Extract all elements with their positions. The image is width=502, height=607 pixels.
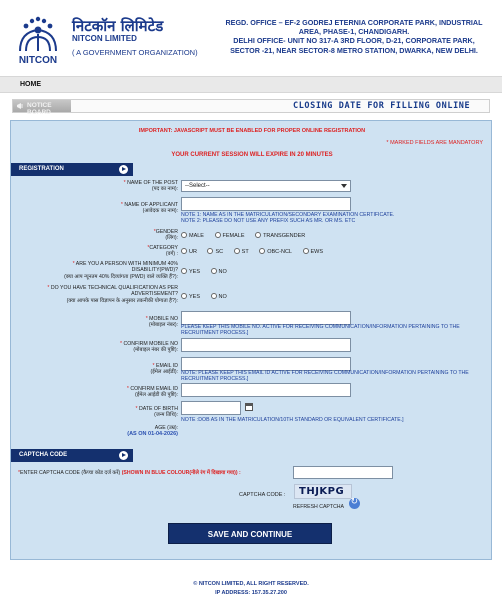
- org-name-hindi: निटकॉन लिमिटेड: [72, 17, 164, 35]
- confirm-email-label: * CONFIRM EMAIL ID (ईमेल आईडी की पुष्टि)…: [126, 386, 178, 399]
- footer-ip: IP ADDRESS: 157.35.27.200: [215, 590, 287, 596]
- nitcon-logo-icon[interactable]: NITCON: [10, 10, 66, 66]
- office-line: DELHI OFFICE- UNIT NO 317-A 3RD FLOOR, D…: [233, 36, 475, 46]
- dob-note: NOTE :DOB AS IN THE MATRICULATION/10TH S…: [181, 417, 404, 423]
- save-and-continue-button[interactable]: SAVE AND CONTINUE: [168, 523, 332, 544]
- applicant-label: * NAME OF APPLICANT (आवेदक का नाम):: [120, 202, 178, 215]
- mobile-input[interactable]: [181, 311, 351, 325]
- age-value: (AS ON 01-04-2026): [127, 431, 178, 437]
- registration-section-title: REGISTRATION: [19, 166, 64, 172]
- notice-board-tab: NOTICE BOARD: [13, 100, 71, 116]
- gender-radio-group: MALE FEMALE TRANSGENDER: [181, 232, 314, 239]
- office-line: AREA, PHASE-1, CHANDIGARH.: [298, 27, 410, 37]
- qualification-label: * DO YOU HAVE TECHNICAL QUALIFICATION AS…: [47, 285, 178, 304]
- refresh-icon[interactable]: [349, 497, 360, 509]
- logo-caption: NITCON: [19, 55, 57, 66]
- captcha-image: THJKPG: [294, 484, 352, 499]
- pwd-option-no[interactable]: NO: [210, 268, 227, 275]
- captcha-section-header: CAPTCHA CODE: [11, 449, 133, 462]
- registration-form: IMPORTANT: JAVASCRIPT MUST BE ENABLED FO…: [10, 120, 492, 560]
- office-line: REGD. OFFICE – EF-2 GODREJ ETERNIA CORPO…: [225, 18, 483, 27]
- confirm-mobile-input[interactable]: [181, 338, 351, 352]
- refresh-captcha-link[interactable]: REFRESH CAPTCHA: [293, 504, 344, 510]
- site-header: NITCON निटकॉन लिमिटेड NITCON LIMITED ( A…: [0, 0, 502, 72]
- gender-option-female[interactable]: FEMALE: [214, 232, 245, 239]
- nav-bar: HOME: [0, 76, 502, 93]
- registration-section-header: REGISTRATION: [11, 163, 133, 176]
- post-select[interactable]: --Select--: [181, 180, 351, 192]
- gender-label: *GENDER (लिंग):: [153, 229, 178, 242]
- gender-option-male[interactable]: MALE: [181, 232, 204, 239]
- pwd-radio-group: YES NO: [181, 268, 236, 275]
- qualification-option-yes[interactable]: YES: [181, 293, 200, 300]
- pwd-label: * ARE YOU A PERSON WITH MINIMUM 40% DISA…: [64, 261, 178, 280]
- captcha-code-label: CAPTCHA CODE :: [239, 492, 286, 498]
- org-name: NITCON LIMITED: [72, 34, 137, 43]
- qualification-option-no[interactable]: NO: [210, 293, 227, 300]
- mobile-note: PLEASE KEEP THIS MOBILE NO. ACTIVE FOR R…: [181, 324, 460, 337]
- org-tagline: ( A GOVERNMENT ORGANIZATION): [72, 48, 198, 57]
- qualification-radio-group: YES NO: [181, 293, 236, 300]
- confirm-mobile-label: * CONFIRM MOBILE NO (मोबाइल नंबर की पुष्…: [120, 341, 178, 354]
- important-message: IMPORTANT: JAVASCRIPT MUST BE ENABLED FO…: [138, 128, 366, 134]
- office-line: SECTOR -21, NEAR SECTOR-8 METRO STATION,…: [230, 45, 478, 55]
- category-option-ews[interactable]: EWS: [302, 248, 323, 255]
- dob-input[interactable]: [181, 401, 241, 415]
- notice-board-label: NOTICE BOARD: [27, 102, 52, 116]
- gender-option-transgender[interactable]: TRANSGENDER: [255, 232, 305, 239]
- chevron-down-icon: [341, 184, 347, 188]
- footer-copyright: © NITCON LIMITED, ALL RIGHT RESERVED.: [193, 581, 309, 587]
- pwd-option-yes[interactable]: YES: [181, 268, 200, 275]
- calendar-icon[interactable]: [245, 403, 253, 411]
- dob-label: * DATE OF BIRTH (जन्म तिथि):: [135, 406, 179, 419]
- post-label: * NAME OF THE POST (पद का नाम):: [123, 180, 178, 193]
- arrow-right-icon: [119, 451, 128, 460]
- mobile-label: * MOBILE NO (मोबाइल नंबर):: [145, 316, 178, 329]
- applicant-name-input[interactable]: [181, 197, 351, 211]
- session-message: YOUR CURRENT SESSION WILL EXPIRE IN 20 M…: [171, 152, 333, 158]
- captcha-input[interactable]: [293, 466, 393, 479]
- captcha-enter-label: *ENTER CAPTCHA CODE (कैप्चा कोड दर्ज करे…: [18, 470, 241, 476]
- notice-board: NOTICE BOARD CLOSING DATE FOR FILLING ON…: [12, 99, 490, 116]
- mandatory-message: * MARKED FIELDS ARE MANDATORY: [386, 140, 483, 146]
- category-option-ur[interactable]: UR: [181, 248, 197, 255]
- confirm-email-input[interactable]: [181, 383, 351, 397]
- email-note: NOTE: PLEASE KEEP THIS EMAIL ID ACTIVE F…: [181, 370, 469, 383]
- category-option-st[interactable]: ST: [233, 248, 249, 255]
- captcha-section-title: CAPTCHA CODE: [19, 452, 68, 458]
- category-option-sc[interactable]: SC: [207, 248, 223, 255]
- email-label: * EMAIL ID (ईमेल आईडी):: [150, 363, 178, 376]
- notice-marquee[interactable]: CLOSING DATE FOR FILLING ONLINE: [293, 101, 470, 111]
- category-option-obc-ncl[interactable]: OBC-NCL: [259, 248, 292, 255]
- nav-home-link[interactable]: HOME: [20, 81, 41, 88]
- office-address: REGD. OFFICE – EF-2 GODREJ ETERNIA CORPO…: [212, 18, 496, 55]
- email-input[interactable]: [181, 357, 351, 371]
- category-label: *CATEGORY (वर्ग) :: [147, 245, 178, 258]
- megaphone-icon: [17, 103, 23, 109]
- applicant-note: NOTE 1: NAME AS IN THE MATRICULATION/SEC…: [181, 212, 395, 225]
- arrow-right-icon: [119, 165, 128, 174]
- post-select-value: --Select--: [185, 183, 210, 189]
- category-radio-group: UR SC ST OBC-NCL EWS: [181, 248, 332, 255]
